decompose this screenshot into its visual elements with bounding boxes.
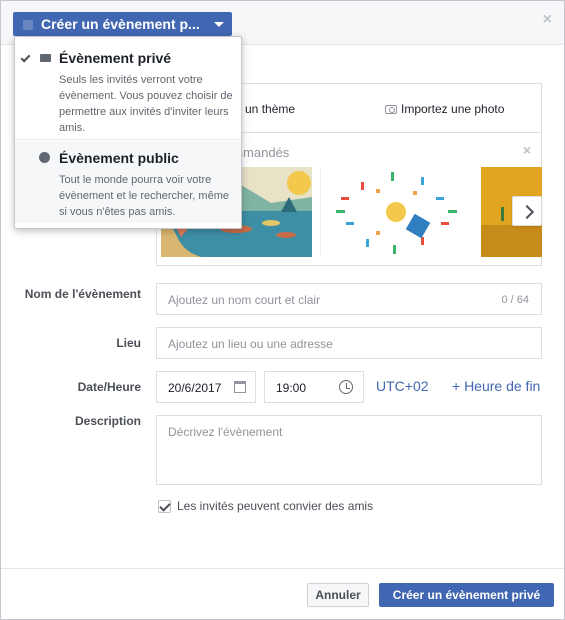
datetime-label: Date/Heure (77, 380, 141, 394)
clock-icon (339, 380, 353, 394)
menu-item-description: Tout le monde pourra voir votre évènemen… (59, 174, 229, 218)
envelope-icon (40, 54, 51, 62)
guests-can-invite-option[interactable]: Les invités peuvent convier des amis (158, 499, 374, 514)
date-value: 20/6/2017 (168, 381, 222, 395)
menu-item-description: Seuls les invités verront votre évènemen… (59, 74, 233, 134)
cancel-button[interactable]: Annuler (307, 583, 369, 607)
upload-photo-tab[interactable]: Importez une photo (385, 102, 504, 116)
event-name-input[interactable]: Ajoutez un nom court et clair 0 / 64 (156, 283, 542, 315)
globe-icon (39, 152, 50, 163)
summer-items-illustration (336, 172, 457, 254)
close-icon[interactable]: × (543, 11, 552, 29)
upload-photo-label: Importez une photo (401, 102, 505, 116)
event-type-menu: Évènement privé Seuls les invités verron… (14, 36, 242, 229)
event-name-placeholder: Ajoutez un nom court et clair (168, 293, 321, 307)
guests-can-invite-checkbox[interactable] (158, 500, 171, 514)
time-input[interactable]: 19:00 (264, 371, 364, 403)
date-input[interactable]: 20/6/2017 (156, 371, 256, 403)
menu-item-private-event[interactable]: Évènement privé Seuls les invités verron… (15, 41, 241, 139)
description-placeholder: Décrivez l'évènement (168, 425, 283, 439)
menu-item-title: Évènement public (59, 150, 179, 166)
place-label: Lieu (116, 336, 141, 350)
caret-down-icon (214, 22, 224, 27)
description-label: Description (74, 414, 141, 428)
menu-item-public-event[interactable]: Évènement public Tout le monde pourra vo… (15, 141, 241, 223)
menu-item-title: Évènement privé (59, 50, 172, 66)
camera-icon (385, 105, 397, 115)
checkmark-icon (20, 52, 31, 63)
calendar-icon (234, 381, 246, 393)
recommended-close-icon[interactable]: × (523, 142, 531, 158)
event-type-label: Créer un évènement p... (41, 16, 200, 32)
create-event-button[interactable]: Créer un évènement privé (379, 583, 554, 607)
next-arrow-button[interactable] (512, 196, 542, 226)
description-textarea[interactable]: Décrivez l'évènement (156, 415, 542, 485)
place-input[interactable]: Ajoutez un lieu ou une adresse (156, 327, 542, 359)
menu-divider (15, 139, 241, 140)
time-value: 19:00 (276, 381, 307, 395)
char-counter: 0 / 64 (501, 294, 529, 306)
guests-can-invite-label: Les invités peuvent convier des amis (177, 499, 374, 513)
event-type-button[interactable]: Créer un évènement p... (13, 12, 232, 36)
event-name-label: Nom de l'évènement (24, 287, 141, 301)
add-end-time-link[interactable]: + Heure de fin (452, 378, 540, 394)
timezone-link[interactable]: UTC+02 (376, 378, 429, 394)
theme-thumbnail[interactable] (320, 167, 471, 257)
place-placeholder: Ajoutez un lieu ou une adresse (168, 337, 333, 351)
privacy-icon (23, 20, 33, 31)
dialog-footer: Annuler Créer un évènement privé (1, 568, 564, 619)
